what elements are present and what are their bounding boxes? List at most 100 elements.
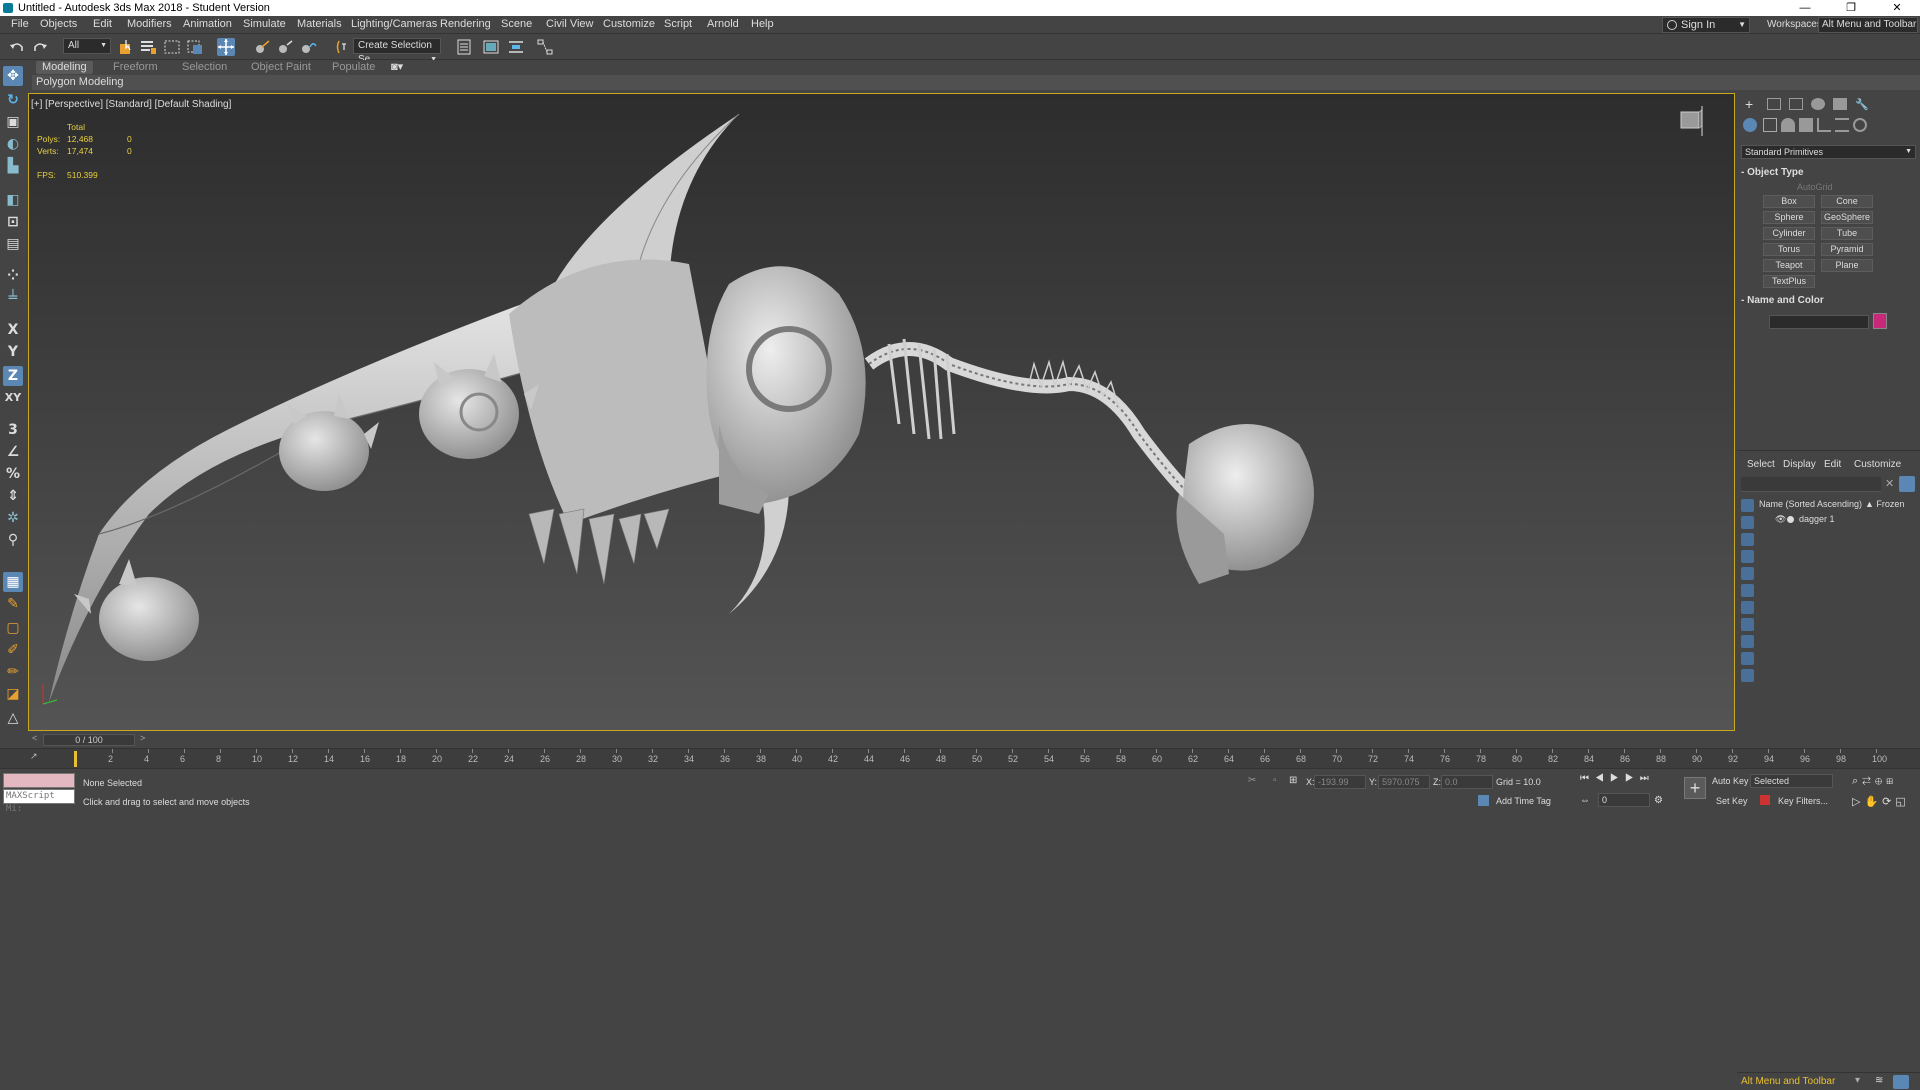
pivot-icon[interactable]: ▙ bbox=[3, 156, 23, 176]
viewport-navigation-icons[interactable]: ⌕⇄⊕⊞ bbox=[1852, 775, 1897, 788]
ribbon-options-icon[interactable]: ◙▾ bbox=[391, 61, 403, 74]
teapot-button[interactable]: Teapot bbox=[1763, 259, 1815, 272]
display-helpers-icon[interactable] bbox=[1741, 584, 1754, 597]
box-button[interactable]: Box bbox=[1763, 195, 1815, 208]
menu-edit[interactable]: Edit bbox=[93, 18, 112, 30]
create-tab-icon[interactable]: + bbox=[1745, 97, 1759, 111]
tab-selection[interactable]: Selection bbox=[182, 61, 227, 74]
display-cameras-icon[interactable] bbox=[1741, 567, 1754, 580]
move-tool-icon[interactable]: ✥ bbox=[3, 66, 23, 86]
x-coordinate-field[interactable]: -193.99 bbox=[1314, 775, 1366, 789]
snap-grid-icon[interactable]: ⁘ bbox=[3, 266, 23, 286]
display-lights-icon[interactable] bbox=[1741, 550, 1754, 563]
select-and-move-icon[interactable] bbox=[217, 38, 235, 56]
viewport-navigation-icons-2[interactable]: ▷✋⟳◱ bbox=[1852, 795, 1910, 808]
track-bar[interactable]: ↗ 2 4 6 8 10 12 14 16 18 20 22 24 26 28 30 32 34 36 38 40 42… bbox=[0, 748, 1920, 768]
menu-scene[interactable]: Scene bbox=[501, 18, 532, 30]
menu-civil-view[interactable]: Civil View bbox=[546, 18, 593, 30]
scale-tool-icon[interactable]: ▣ bbox=[3, 112, 23, 132]
current-frame-field[interactable]: 0 bbox=[1598, 793, 1650, 807]
display-groups-icon[interactable] bbox=[1741, 618, 1754, 631]
paint-icon[interactable]: ✎ bbox=[3, 594, 23, 614]
snap-3d-icon[interactable]: 3 bbox=[3, 420, 23, 440]
select-xform-icon[interactable]: ⚲ bbox=[3, 530, 23, 550]
maxscript-mini-listener[interactable]: MAXScript Mi: bbox=[3, 789, 75, 814]
time-slider-thumb[interactable]: 0 / 100 bbox=[43, 734, 135, 746]
filter-icon[interactable] bbox=[1899, 476, 1915, 492]
edit-icon[interactable]: ✐ bbox=[3, 640, 23, 660]
motion-tab-icon[interactable] bbox=[1811, 98, 1825, 110]
box-select-icon[interactable]: ▢ bbox=[3, 618, 23, 638]
display-shapes-icon[interactable] bbox=[1741, 533, 1754, 546]
scene-object-row[interactable]: 👁 dagger 1 bbox=[1759, 512, 1919, 526]
align-icon[interactable]: ⊡ bbox=[3, 212, 23, 232]
visibility-eye-icon[interactable]: 👁 bbox=[1775, 512, 1786, 526]
set-key-button[interactable]: Set Key bbox=[1716, 796, 1748, 806]
dagger-model[interactable] bbox=[29, 94, 1735, 731]
menu-simulate[interactable]: Simulate bbox=[243, 18, 286, 30]
autogrid-checkbox[interactable]: AutoGrid bbox=[1797, 182, 1833, 192]
spinner-snap-icon[interactable]: ⇕ bbox=[3, 486, 23, 506]
key-selection-dropdown[interactable]: Selected bbox=[1750, 774, 1833, 788]
menu-script[interactable]: Script bbox=[664, 18, 692, 30]
key-mode-color-icon[interactable] bbox=[1760, 795, 1770, 805]
scene-explorer-icon[interactable] bbox=[455, 38, 473, 56]
tube-button[interactable]: Tube bbox=[1821, 227, 1873, 240]
utilities-tab-icon[interactable]: 🔧 bbox=[1855, 98, 1869, 111]
maximize-button[interactable]: ❐ bbox=[1828, 0, 1874, 16]
display-containers-icon[interactable] bbox=[1741, 669, 1754, 682]
add-time-tag[interactable]: Add Time Tag bbox=[1496, 796, 1551, 806]
key-mode-icon[interactable]: ⇔ bbox=[1580, 795, 1590, 806]
time-config-icon[interactable]: ⚙ bbox=[1654, 795, 1663, 806]
time-next-icon[interactable]: > bbox=[140, 733, 145, 743]
cameras-icon[interactable] bbox=[1799, 118, 1813, 132]
tab-freeform[interactable]: Freeform bbox=[113, 61, 158, 74]
key-filters-button[interactable]: Key Filters... bbox=[1778, 796, 1828, 806]
cylinder-button[interactable]: Cylinder bbox=[1763, 227, 1815, 240]
object-color-swatch[interactable] bbox=[1873, 313, 1887, 329]
tab-populate[interactable]: Populate bbox=[332, 61, 375, 74]
menu-modifiers[interactable]: Modifiers bbox=[127, 18, 172, 30]
time-prev-icon[interactable]: < bbox=[32, 733, 37, 743]
sign-in-dropdown[interactable]: Sign In ▼ bbox=[1662, 17, 1750, 33]
menu-arnold[interactable]: Arnold bbox=[707, 18, 739, 30]
absolute-mode-icon[interactable]: ⊞ bbox=[1289, 775, 1297, 786]
toggle-ribbon-icon[interactable] bbox=[507, 38, 525, 56]
scene-explorer-header[interactable]: Name (Sorted Ascending) ▲ Frozen bbox=[1759, 497, 1919, 511]
rectangular-selection-icon[interactable] bbox=[163, 38, 181, 56]
layer-icon[interactable]: ▤ bbox=[3, 234, 23, 254]
menu-objects[interactable]: Objects bbox=[40, 18, 77, 30]
systems-icon[interactable] bbox=[1853, 118, 1867, 132]
pyramid-button[interactable]: Pyramid bbox=[1821, 243, 1873, 256]
axis-x-button[interactable]: X bbox=[3, 320, 23, 340]
axis-xy-button[interactable]: XY bbox=[3, 388, 23, 408]
sphere-button[interactable]: Sphere bbox=[1763, 211, 1815, 224]
link-icon[interactable] bbox=[254, 38, 272, 56]
clear-search-icon[interactable]: ✕ bbox=[1885, 477, 1894, 490]
named-selection-icon[interactable] bbox=[334, 38, 352, 56]
cone-button[interactable]: Cone bbox=[1821, 195, 1873, 208]
menu-lighting-cameras[interactable]: Lighting/Cameras bbox=[351, 18, 437, 30]
menu-animation[interactable]: Animation bbox=[183, 18, 232, 30]
object-name[interactable]: dagger 1 bbox=[1799, 512, 1835, 526]
lights-icon[interactable] bbox=[1781, 118, 1795, 132]
snap-toggle-icon[interactable]: ▦ bbox=[3, 572, 23, 592]
maxscript-listener[interactable] bbox=[3, 773, 75, 788]
layer-explorer-icon[interactable] bbox=[482, 38, 500, 56]
rotate-tool-icon[interactable]: ↻ bbox=[3, 90, 23, 110]
textplus-button[interactable]: TextPlus bbox=[1763, 275, 1815, 288]
playback-controls[interactable]: ⏮◀▶▶⏭ bbox=[1580, 773, 1655, 784]
scene-explorer-search[interactable] bbox=[1741, 477, 1881, 492]
scene-explorer-tab-customize[interactable]: Customize bbox=[1854, 459, 1901, 470]
z-coordinate-field[interactable]: 0.0 bbox=[1441, 775, 1493, 789]
torus-button[interactable]: Torus bbox=[1763, 243, 1815, 256]
scene-explorer-tab-display[interactable]: Display bbox=[1783, 459, 1816, 470]
scene-explorer-workspace-label[interactable]: Alt Menu and Toolbar bbox=[1741, 1076, 1835, 1087]
isolate-icon[interactable]: ✲ bbox=[3, 508, 23, 528]
hierarchy-tab-icon[interactable] bbox=[1789, 98, 1803, 110]
geosphere-button[interactable]: GeoSphere bbox=[1821, 211, 1873, 224]
menu-file[interactable]: File bbox=[11, 18, 29, 30]
time-tag-icon[interactable] bbox=[1478, 795, 1489, 806]
display-xrefs-icon[interactable] bbox=[1741, 635, 1754, 648]
layers-icon[interactable]: ≋ bbox=[1875, 1075, 1883, 1086]
